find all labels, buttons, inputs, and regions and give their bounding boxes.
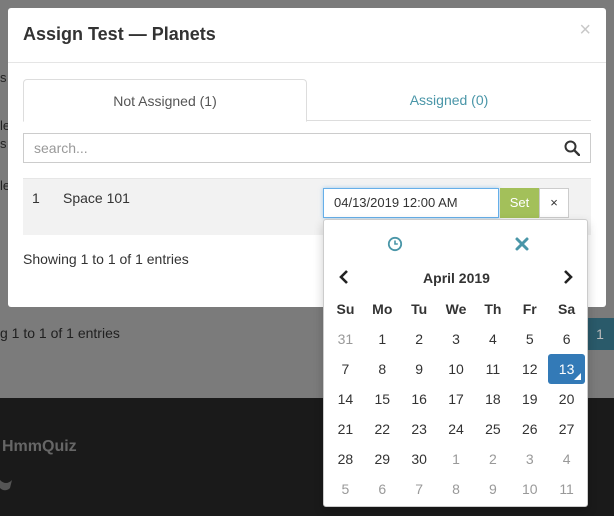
bg-edge-text: s <box>0 70 7 85</box>
weekday-label: Fr <box>522 301 537 317</box>
calendar-week: 5 6 7 8 9 10 11 <box>327 474 585 504</box>
search-box <box>23 133 591 163</box>
calendar-day[interactable]: 6 <box>364 474 401 504</box>
calendar-day[interactable]: 9 <box>474 474 511 504</box>
bg-brand: HmmQuiz <box>2 438 77 455</box>
test-name: Space 101 <box>63 190 130 206</box>
calendar-day[interactable]: 1 <box>364 324 401 354</box>
date-time-input[interactable]: 04/13/2019 12:00 AM <box>323 188 499 218</box>
datepicker-month[interactable]: April 2019 <box>364 270 549 286</box>
calendar-week: 7 8 9 10 11 12 13 <box>327 354 586 384</box>
weekday-label: We <box>445 301 467 317</box>
calendar-day[interactable]: 3 <box>511 444 548 474</box>
search-input[interactable] <box>24 134 554 162</box>
calendar-day[interactable]: 18 <box>474 384 511 414</box>
assignment-tabs: Not Assigned (1) Assigned (0) <box>23 79 591 122</box>
bg-showing-text: g 1 to 1 of 1 entries <box>0 325 120 341</box>
bg-pagination-button[interactable]: 1 <box>586 318 614 350</box>
calendar-day[interactable]: 6 <box>548 324 585 354</box>
calendar-day[interactable]: 2 <box>401 324 438 354</box>
calendar-day[interactable]: 3 <box>438 324 475 354</box>
datepicker-popup: April 2019 Su Mo Tu We Th Fr Sa 31 1 2 3… <box>323 219 588 507</box>
calendar-week: 28 29 30 1 2 3 4 <box>327 444 585 474</box>
calendar-day-selected[interactable]: 13 <box>548 354 586 384</box>
row-number: 1 <box>32 190 40 206</box>
calendar-day[interactable]: 25 <box>474 414 511 444</box>
calendar-day[interactable]: 8 <box>364 354 401 384</box>
calendar-day[interactable]: 9 <box>401 354 438 384</box>
weekday-label: Mo <box>372 301 393 317</box>
calendar-day[interactable]: 17 <box>438 384 475 414</box>
calendar-day[interactable]: 10 <box>438 354 475 384</box>
bg-edge-text: s <box>0 136 7 151</box>
calendar-grid: Su Mo Tu We Th Fr Sa 31 1 2 3 4 5 6 7 8 … <box>327 294 586 504</box>
calendar-day[interactable]: 11 <box>474 354 511 384</box>
calendar-week: 31 1 2 3 4 5 6 <box>327 324 585 354</box>
calendar-day[interactable]: 16 <box>401 384 438 414</box>
modal-header: Assign Test — Planets × <box>8 8 606 63</box>
calendar-day[interactable]: 12 <box>511 354 548 384</box>
chevron-right-icon[interactable] <box>560 268 576 286</box>
calendar-day[interactable]: 7 <box>401 474 438 504</box>
calendar-day[interactable]: 7 <box>327 354 364 384</box>
weekday-label: Sa <box>558 301 576 317</box>
calendar-week: 21 22 23 24 25 26 27 <box>327 414 585 444</box>
clear-date-button[interactable]: × <box>539 188 569 218</box>
chevron-left-icon[interactable] <box>336 268 352 286</box>
weekday-header: Su Mo Tu We Th Fr Sa <box>327 294 585 324</box>
entries-info: Showing 1 to 1 of 1 entries <box>23 251 189 267</box>
search-icon[interactable] <box>564 140 580 156</box>
calendar-day[interactable]: 30 <box>401 444 438 474</box>
calendar-day[interactable]: 5 <box>511 324 548 354</box>
weekday-label: Su <box>336 301 355 317</box>
calendar-day[interactable]: 2 <box>474 444 511 474</box>
weekday-label: Tu <box>411 301 428 317</box>
close-icon[interactable]: × <box>579 20 591 40</box>
calendar-day[interactable]: 28 <box>327 444 364 474</box>
calendar-day[interactable]: 11 <box>548 474 585 504</box>
calendar-day[interactable]: 26 <box>511 414 548 444</box>
calendar-day[interactable]: 14 <box>327 384 364 414</box>
calendar-day[interactable]: 20 <box>548 384 585 414</box>
calendar-week: 14 15 16 17 18 19 20 <box>327 384 585 414</box>
close-picker-icon[interactable] <box>514 236 530 252</box>
calendar-day[interactable]: 15 <box>364 384 401 414</box>
clock-icon[interactable] <box>387 236 403 252</box>
calendar-day[interactable]: 22 <box>364 414 401 444</box>
calendar-day[interactable]: 24 <box>438 414 475 444</box>
calendar-day[interactable]: 23 <box>401 414 438 444</box>
calendar-day[interactable]: 1 <box>438 444 475 474</box>
calendar-day[interactable]: 27 <box>548 414 585 444</box>
calendar-day[interactable]: 29 <box>364 444 401 474</box>
modal-title: Assign Test — Planets <box>23 24 216 44</box>
calendar-day[interactable]: 31 <box>327 324 364 354</box>
weekday-label: Th <box>484 301 502 317</box>
tab-not-assigned[interactable]: Not Assigned (1) <box>23 79 307 122</box>
calendar-day[interactable]: 4 <box>548 444 585 474</box>
set-button[interactable]: Set <box>500 188 539 218</box>
twitter-icon[interactable] <box>0 478 12 492</box>
calendar-day[interactable]: 4 <box>474 324 511 354</box>
calendar-day[interactable]: 5 <box>327 474 364 504</box>
calendar-day[interactable]: 19 <box>511 384 548 414</box>
calendar-day[interactable]: 21 <box>327 414 364 444</box>
calendar-day[interactable]: 10 <box>511 474 548 504</box>
calendar-day[interactable]: 8 <box>438 474 475 504</box>
tab-assigned[interactable]: Assigned (0) <box>307 79 591 121</box>
